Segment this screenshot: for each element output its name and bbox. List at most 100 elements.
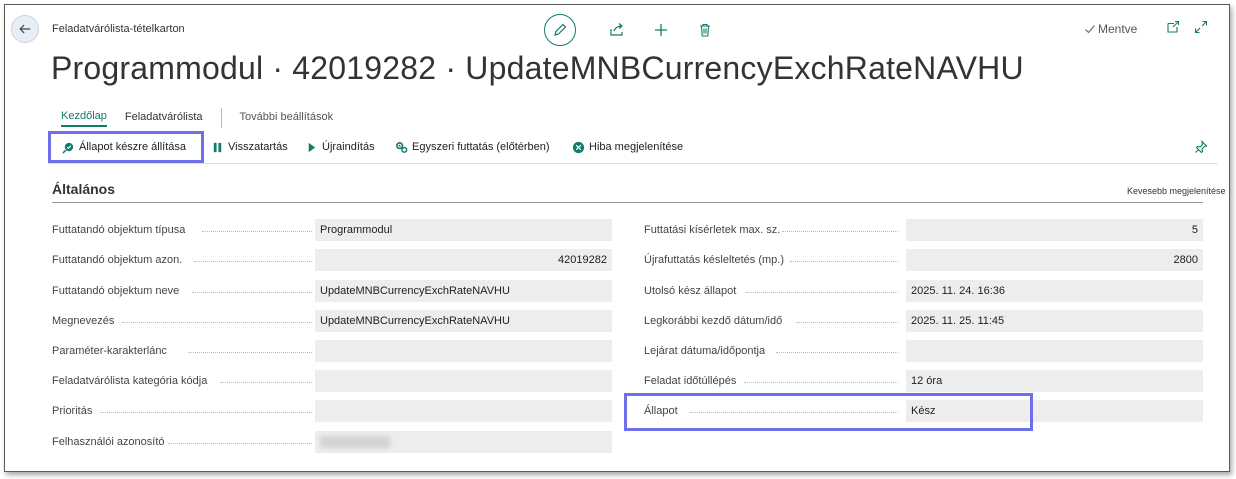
pin-icon [1195, 139, 1208, 154]
field-timeout: Feladat időtúllépés 12 óra [644, 370, 1203, 392]
pause-icon [213, 142, 222, 152]
field-value[interactable] [906, 340, 1203, 362]
plus-icon [655, 24, 667, 36]
trash-icon [700, 23, 710, 37]
dotted-leader [782, 230, 898, 232]
field-value[interactable]: 2800 [906, 249, 1203, 271]
dotted-leader [220, 381, 312, 383]
share-button[interactable] [606, 15, 628, 45]
dotted-leader [100, 411, 312, 413]
share-icon [610, 23, 623, 36]
run-once-label: Egyszeri futtatás (előtérben) [412, 141, 550, 153]
dotted-leader [776, 351, 898, 353]
tab-tovabbi-beallitasok[interactable]: További beállítások [240, 111, 334, 126]
field-user-id: Felhasználói azonosító [52, 431, 612, 453]
field-value[interactable] [315, 340, 612, 362]
section-divider [52, 202, 1203, 203]
field-label: Futtatandó objektum azon. [52, 254, 183, 266]
checkmark-icon [1085, 25, 1095, 34]
field-label: Megnevezés [52, 315, 115, 327]
field-last-ready-state: Utolsó kész állapot 2025. 11. 24. 16:36 [644, 280, 1203, 302]
field-max-attempts: Futtatási kísérletek max. sz. 5 [644, 219, 1203, 241]
action-bar: Állapot készre állítása Visszatartás Újr… [48, 131, 1218, 164]
field-label: Prioritás [52, 405, 93, 417]
field-label: Futtatandó objektum neve [52, 285, 180, 297]
field-description: Megnevezés UpdateMNBCurrencyExchRateNAVH… [52, 310, 612, 332]
field-value[interactable] [315, 400, 612, 422]
field-label: Utolsó kész állapot [644, 285, 737, 297]
field-object-id: Futtatandó objektum azon. 42019282 [52, 249, 612, 271]
pin-button[interactable] [1194, 139, 1208, 159]
dotted-leader [168, 442, 312, 444]
window-controls [1166, 20, 1208, 34]
field-value[interactable]: UpdateMNBCurrencyExchRateNAVHU [315, 280, 612, 302]
arrow-left-icon [19, 24, 31, 34]
tab-feladatvarolista[interactable]: Feladatvárólista [125, 111, 203, 126]
dotted-leader [194, 260, 312, 262]
dotted-leader [796, 321, 898, 323]
field-object-name: Futtatandó objektum neve UpdateMNBCurren… [52, 280, 612, 302]
restart-label: Újraindítás [322, 141, 375, 153]
dotted-leader [192, 291, 312, 293]
field-object-type: Futtatandó objektum típusa Programmodul [52, 219, 612, 241]
dotted-leader [188, 351, 312, 353]
top-actions [544, 14, 716, 46]
open-new-window-icon[interactable] [1166, 20, 1180, 34]
redacted-user-id [320, 436, 390, 449]
field-value[interactable] [315, 431, 612, 453]
field-value[interactable]: 2025. 11. 25. 11:45 [906, 310, 1203, 332]
field-label: Feladat időtúllépés [644, 375, 737, 387]
show-error-label: Hiba megjelenítése [589, 141, 684, 153]
field-label: Feladatvárólista kategória kódja [52, 375, 208, 387]
run-once-action[interactable]: Egyszeri futtatás (előtérben) [395, 131, 550, 163]
field-earliest-start: Legkorábbi kezdő dátum/idő 2025. 11. 25.… [644, 310, 1203, 332]
run-once-icon [396, 141, 408, 153]
field-value[interactable]: Programmodul [315, 219, 612, 241]
tab-divider [220, 108, 222, 128]
field-value[interactable]: 12 óra [906, 370, 1203, 392]
field-value[interactable]: 2025. 11. 24. 16:36 [906, 280, 1203, 302]
hold-action[interactable]: Visszatartás [211, 131, 288, 163]
field-label: Felhasználói azonosító [52, 436, 165, 448]
dotted-leader [744, 381, 898, 383]
field-priority: Prioritás [52, 400, 612, 422]
field-value[interactable]: 42019282 [315, 249, 612, 271]
show-error-action[interactable]: Hiba megjelenítése [572, 131, 683, 163]
tab-kezdolap[interactable]: Kezdőlap [61, 110, 107, 127]
saved-label: Mentve [1098, 22, 1138, 36]
field-value[interactable]: 5 [906, 219, 1203, 241]
restart-action[interactable]: Újraindítás [305, 131, 375, 163]
expand-icon[interactable] [1194, 20, 1208, 34]
field-value[interactable] [315, 370, 612, 392]
field-value[interactable]: UpdateMNBCurrencyExchRateNAVHU [315, 310, 612, 332]
field-label: Futtatási kísérletek max. sz. [644, 224, 781, 236]
field-label: Paraméter-karakterlánc [52, 345, 167, 357]
dotted-leader [202, 230, 312, 232]
error-icon [572, 141, 585, 153]
pencil-icon [554, 23, 567, 36]
field-label: Futtatandó objektum típusa [52, 224, 186, 236]
hold-label: Visszatartás [228, 141, 288, 153]
dotted-leader [790, 260, 898, 262]
new-button[interactable] [650, 15, 672, 45]
back-button[interactable] [11, 15, 39, 43]
nav-tabs: Kezdőlap Feladatvárólista További beállí… [61, 108, 351, 128]
delete-button[interactable] [694, 15, 716, 45]
field-label: Legkorábbi kezdő dátum/idő [644, 315, 783, 327]
play-icon [308, 142, 316, 152]
edit-button[interactable] [544, 14, 576, 46]
dotted-leader [122, 321, 312, 323]
dotted-leader [746, 291, 898, 293]
highlight-box [624, 393, 1033, 431]
page-title: Programmodul · 42019282 · UpdateMNBCurre… [51, 50, 1024, 86]
breadcrumb: Feladatvárólista-tételkarton [52, 23, 185, 35]
field-label: Újrafuttatás késleltetés (mp.) [644, 254, 784, 266]
field-category-code: Feladatvárólista kategória kódja [52, 370, 612, 392]
field-rerun-delay: Újrafuttatás késleltetés (mp.) 2800 [644, 249, 1203, 271]
field-expiry: Lejárat dátuma/időpontja [644, 340, 1203, 362]
save-status: Mentve [1084, 22, 1137, 36]
show-less-link[interactable]: Kevesebb megjelenítése [1127, 186, 1226, 196]
field-label: Lejárat dátuma/időpontja [644, 345, 766, 357]
field-parameter-string: Paraméter-karakterlánc [52, 340, 612, 362]
highlight-box [48, 131, 204, 163]
